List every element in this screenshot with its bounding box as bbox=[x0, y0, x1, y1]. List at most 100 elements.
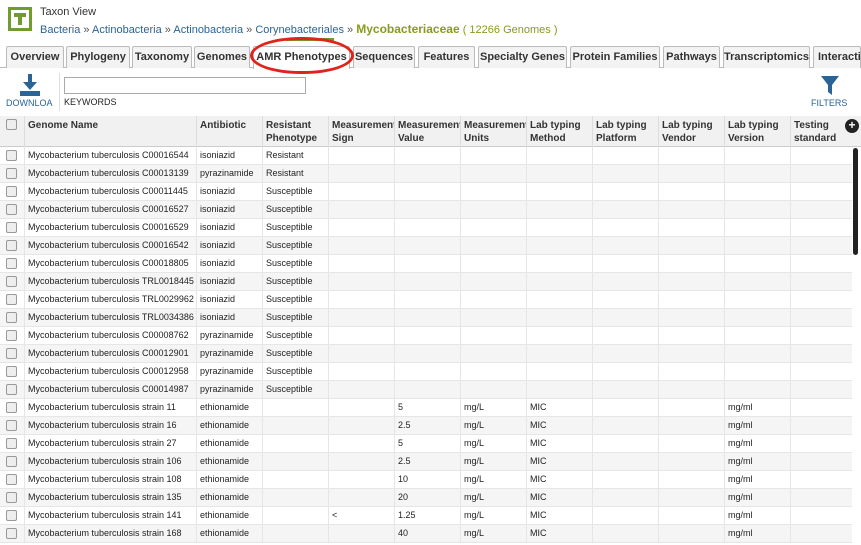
row-checkbox[interactable] bbox=[6, 222, 17, 233]
row-checkbox[interactable] bbox=[6, 168, 17, 179]
column-header-antibiotic[interactable]: Antibiotic bbox=[196, 116, 263, 147]
row-checkbox[interactable] bbox=[6, 276, 17, 287]
tab-protein-families[interactable]: Protein Families bbox=[570, 46, 660, 68]
table-row[interactable]: Mycobacterium tuberculosis strain 27 ethi… bbox=[0, 435, 852, 453]
cell-antibiotic: ethionamide bbox=[196, 525, 263, 543]
tab-interactions[interactable]: Interactions bbox=[813, 46, 861, 68]
select-all-checkbox[interactable] bbox=[6, 119, 17, 130]
row-checkbox[interactable] bbox=[6, 150, 17, 161]
table-row[interactable]: Mycobacterium tuberculosis strain 11 ethi… bbox=[0, 399, 852, 417]
table-row[interactable]: Mycobacterium tuberculosis C00016544 ison… bbox=[0, 147, 852, 165]
column-header-resistant-phenotype[interactable]: Resistant Phenotype bbox=[262, 116, 329, 147]
table-row[interactable]: Mycobacterium tuberculosis strain 106 eth… bbox=[0, 453, 852, 471]
table-row[interactable]: Mycobacterium tuberculosis TRL0018445 iso… bbox=[0, 273, 852, 291]
table-row[interactable]: Mycobacterium tuberculosis C00011445 ison… bbox=[0, 183, 852, 201]
filters-label[interactable]: FILTERS bbox=[811, 98, 847, 108]
table-row[interactable]: Mycobacterium tuberculosis TRL0034386 iso… bbox=[0, 309, 852, 327]
table-row[interactable]: Mycobacterium tuberculosis C00012958 pyra… bbox=[0, 363, 852, 381]
row-checkbox[interactable] bbox=[6, 402, 17, 413]
tab-pathways[interactable]: Pathways bbox=[663, 46, 720, 68]
row-checkbox[interactable] bbox=[6, 204, 17, 215]
row-checkbox[interactable] bbox=[6, 186, 17, 197]
table-row[interactable]: Mycobacterium tuberculosis C00016527 ison… bbox=[0, 201, 852, 219]
cell-lab-typing-method bbox=[526, 255, 593, 273]
cell-genome-name: Mycobacterium tuberculosis strain 16 bbox=[24, 417, 197, 435]
breadcrumb-current: Mycobacteriaceae bbox=[356, 22, 460, 36]
tab-genomes[interactable]: Genomes bbox=[194, 46, 250, 68]
download-label[interactable]: DOWNLOA bbox=[6, 98, 53, 108]
cell-lab-typing-vendor bbox=[658, 273, 725, 291]
table-row[interactable]: Mycobacterium tuberculosis strain 108 eth… bbox=[0, 471, 852, 489]
row-checkbox[interactable] bbox=[6, 312, 17, 323]
table-row[interactable]: Mycobacterium tuberculosis strain 141 eth… bbox=[0, 507, 852, 525]
breadcrumb-item[interactable]: Corynebacteriales bbox=[255, 24, 344, 36]
cell-lab-typing-platform bbox=[592, 363, 659, 381]
breadcrumb-item[interactable]: Actinobacteria bbox=[173, 24, 243, 36]
breadcrumb-item[interactable]: Bacteria bbox=[40, 24, 80, 36]
keywords-input[interactable] bbox=[64, 77, 306, 94]
row-checkbox[interactable] bbox=[6, 528, 17, 539]
tab-phylogeny[interactable]: Phylogeny bbox=[66, 46, 130, 68]
cell-resistant-phenotype bbox=[262, 417, 329, 435]
table-row[interactable]: Mycobacterium tuberculosis TRL0029962 iso… bbox=[0, 291, 852, 309]
tab-sequences[interactable]: Sequences bbox=[353, 46, 415, 68]
table-row[interactable]: Mycobacterium tuberculosis C00016542 ison… bbox=[0, 237, 852, 255]
cell-genome-name: Mycobacterium tuberculosis strain 141 bbox=[24, 507, 197, 525]
row-checkbox[interactable] bbox=[6, 348, 17, 359]
column-header-genome-name[interactable]: Genome Name bbox=[24, 116, 197, 147]
row-checkbox[interactable] bbox=[6, 384, 17, 395]
table-row[interactable]: Mycobacterium tuberculosis C00014987 pyra… bbox=[0, 381, 852, 399]
cell-genome-name: Mycobacterium tuberculosis strain 11 bbox=[24, 399, 197, 417]
cell-measurement-sign bbox=[328, 165, 395, 183]
add-column-icon[interactable]: + bbox=[845, 119, 859, 133]
row-checkbox[interactable] bbox=[6, 510, 17, 521]
column-header-measurement-units[interactable]: Measurement Units bbox=[460, 116, 527, 147]
tab-specialty-genes[interactable]: Specialty Genes bbox=[478, 46, 567, 68]
breadcrumb-item[interactable]: Actinobacteria bbox=[92, 24, 162, 36]
tab-transcriptomics[interactable]: Transcriptomics bbox=[723, 46, 810, 68]
cell-testing-standard bbox=[790, 219, 852, 237]
column-header-lab-typing-vendor[interactable]: Lab typing Vendor bbox=[658, 116, 725, 147]
column-header-lab-typing-method[interactable]: Lab typing Method bbox=[526, 116, 593, 147]
cell-lab-typing-platform bbox=[592, 309, 659, 327]
table-row[interactable]: Mycobacterium tuberculosis C00018805 ison… bbox=[0, 255, 852, 273]
genome-count: ( 12266 Genomes ) bbox=[462, 24, 558, 36]
cell-resistant-phenotype: Susceptible bbox=[262, 183, 329, 201]
table-row[interactable]: Mycobacterium tuberculosis strain 16 ethi… bbox=[0, 417, 852, 435]
cell-measurement-sign bbox=[328, 435, 395, 453]
column-header-lab-typing-version[interactable]: Lab typing Version bbox=[724, 116, 791, 147]
row-checkbox[interactable] bbox=[6, 438, 17, 449]
tab-taxonomy[interactable]: Taxonomy bbox=[132, 46, 192, 68]
cell-measurement-value: 1.25 bbox=[394, 507, 461, 525]
table-row[interactable]: Mycobacterium tuberculosis C00008762 pyra… bbox=[0, 327, 852, 345]
cell-measurement-units bbox=[460, 219, 527, 237]
tab-features[interactable]: Features bbox=[418, 46, 475, 68]
row-checkbox[interactable] bbox=[6, 294, 17, 305]
tab-overview[interactable]: Overview bbox=[6, 46, 64, 68]
table-row[interactable]: Mycobacterium tuberculosis strain 135 eth… bbox=[0, 489, 852, 507]
table-row[interactable]: Mycobacterium tuberculosis C00012901 pyra… bbox=[0, 345, 852, 363]
row-checkbox[interactable] bbox=[6, 330, 17, 341]
filters-button[interactable] bbox=[808, 75, 852, 97]
download-button[interactable] bbox=[5, 73, 55, 97]
breadcrumb-separator: » bbox=[246, 24, 253, 36]
column-header-measurement-sign[interactable]: Measurement Sign bbox=[328, 116, 395, 147]
row-checkbox[interactable] bbox=[6, 258, 17, 269]
column-header-testing-standard[interactable]: Testing standard bbox=[790, 116, 844, 147]
row-checkbox[interactable] bbox=[6, 366, 17, 377]
row-checkbox[interactable] bbox=[6, 492, 17, 503]
row-checkbox[interactable] bbox=[6, 420, 17, 431]
table-row[interactable]: Mycobacterium tuberculosis C00016529 ison… bbox=[0, 219, 852, 237]
cell-measurement-value: 2.5 bbox=[394, 417, 461, 435]
grid-scrollbar[interactable] bbox=[853, 148, 858, 255]
cell-lab-typing-method: MIC bbox=[526, 525, 593, 543]
cell-lab-typing-platform bbox=[592, 399, 659, 417]
column-header-measurement-value[interactable]: Measurement Value bbox=[394, 116, 461, 147]
row-checkbox[interactable] bbox=[6, 456, 17, 467]
row-checkbox[interactable] bbox=[6, 474, 17, 485]
row-checkbox[interactable] bbox=[6, 240, 17, 251]
table-row[interactable]: Mycobacterium tuberculosis strain 168 eth… bbox=[0, 525, 852, 543]
table-row[interactable]: Mycobacterium tuberculosis C00013139 pyra… bbox=[0, 165, 852, 183]
column-header-lab-typing-platform[interactable]: Lab typing Platform bbox=[592, 116, 659, 147]
tab-amr-phenotypes[interactable]: AMR Phenotypes bbox=[253, 46, 350, 69]
